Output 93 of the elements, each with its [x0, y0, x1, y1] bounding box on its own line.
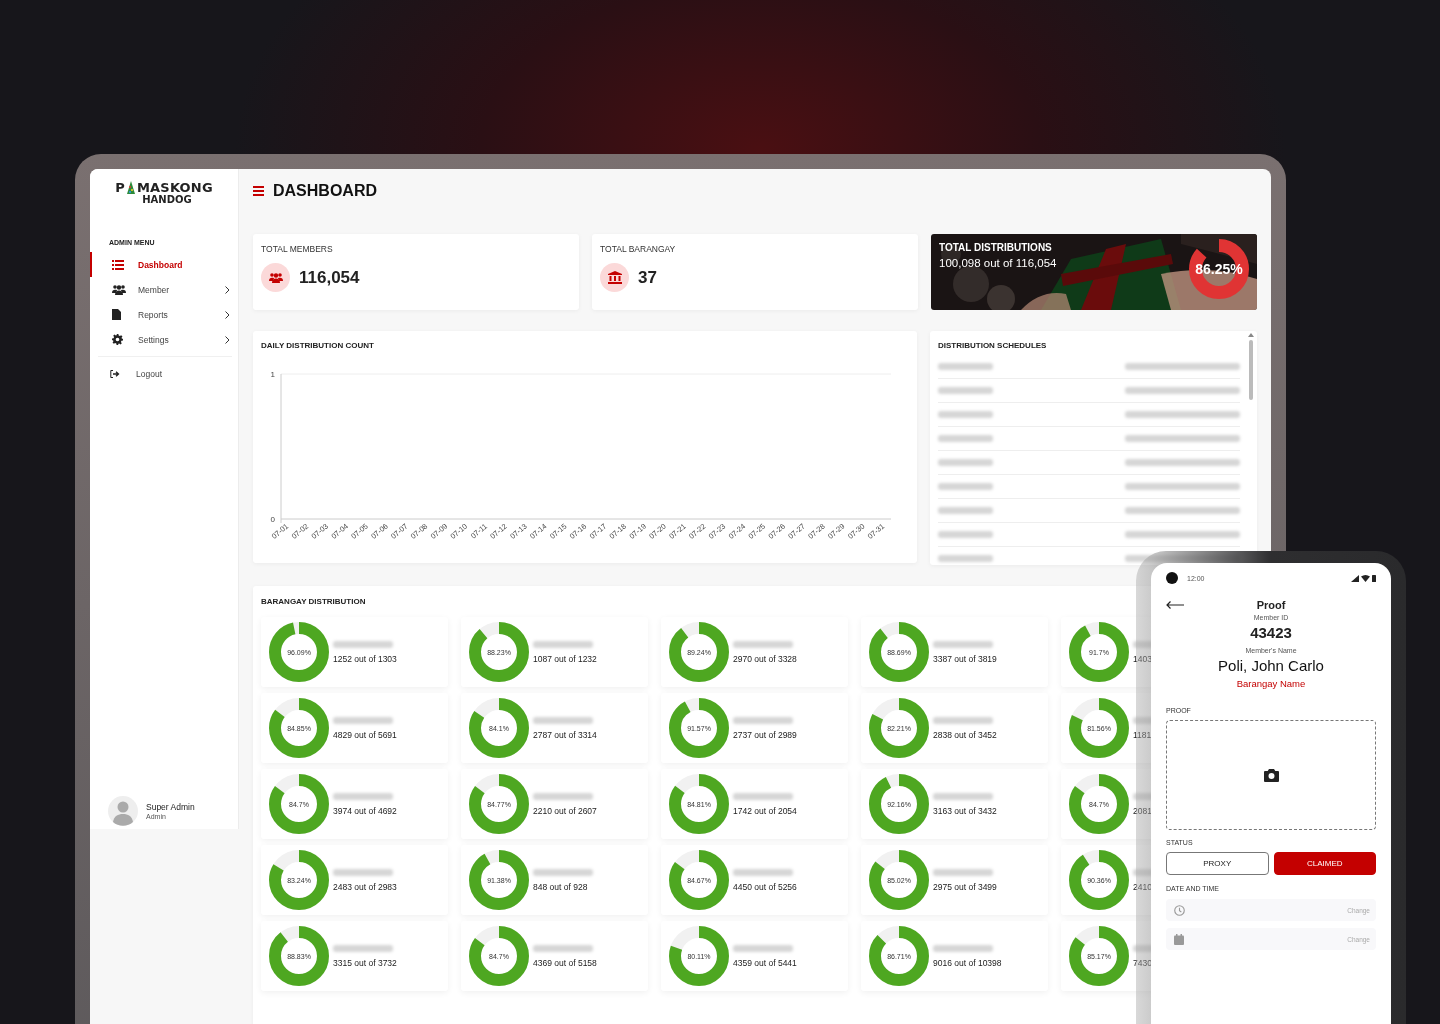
- scroll-up-arrow-icon[interactable]: [1248, 333, 1254, 337]
- donut-chart: [1069, 774, 1129, 834]
- status-button[interactable]: PROXY: [1166, 852, 1269, 875]
- count-label: 2483 out of 2983: [333, 881, 397, 892]
- donut-chart: [669, 774, 729, 834]
- donut-chart: [669, 850, 729, 910]
- count-label: 1087 out of 1232: [533, 653, 597, 664]
- menu-item[interactable]: Reports: [90, 302, 238, 327]
- stat-value: 116,054: [299, 267, 360, 288]
- count-label: 4369 out of 5158: [533, 957, 597, 968]
- member-id: 43423: [1250, 624, 1292, 641]
- axis-label: 1: [270, 370, 275, 379]
- stat-label: TOTAL MEMBERS: [261, 244, 334, 254]
- calendar-icon: [1174, 933, 1184, 945]
- settings-icon: [112, 334, 123, 345]
- back-arrow-icon[interactable]: [1166, 601, 1184, 609]
- donut-chart: [269, 774, 329, 834]
- stat-label: TOTAL BARANGAY: [600, 244, 677, 254]
- logo: P MASKONG HANDOG: [114, 179, 214, 205]
- count-label: 2970 out of 3328: [733, 653, 797, 664]
- camera-dot: [1166, 572, 1178, 584]
- count-label: 4359 out of 5441: [733, 957, 797, 968]
- signal-icon: [1351, 574, 1359, 582]
- donut-chart: [469, 622, 529, 682]
- menu-item[interactable]: Member: [90, 277, 238, 302]
- member-name: Poli, John Carlo: [1218, 657, 1324, 674]
- donut-chart: [869, 698, 929, 758]
- photo-upload-area[interactable]: [1166, 720, 1376, 830]
- list-icon: [112, 259, 124, 270]
- donut-chart: [669, 698, 729, 758]
- donut-chart: [469, 926, 529, 986]
- donut-chart: [1069, 926, 1129, 986]
- donut-chart: [669, 622, 729, 682]
- camera-icon: [1263, 768, 1279, 782]
- count-label: 4829 out of 5691: [333, 729, 397, 740]
- axis-label: 0: [270, 515, 275, 524]
- wifi-icon: [1361, 574, 1370, 582]
- donut-chart: [269, 622, 329, 682]
- donut-chart: [1069, 698, 1129, 758]
- donut-chart: [469, 850, 529, 910]
- donut-chart: [869, 774, 929, 834]
- count-label: 2210 out of 2607: [533, 805, 597, 816]
- count-label: 2975 out of 3499: [933, 881, 997, 892]
- count-label: 2787 out of 3314: [533, 729, 597, 740]
- donut-chart: [869, 850, 929, 910]
- donut-chart: [469, 698, 529, 758]
- donut-chart: [269, 926, 329, 986]
- file-icon: [112, 309, 121, 320]
- count-label: 1181: [1133, 729, 1152, 740]
- menu-item[interactable]: Dashboard: [90, 252, 238, 277]
- barangay-name: Barangay Name: [1236, 678, 1306, 689]
- logout-icon: [110, 370, 120, 378]
- donut-chart: [1069, 622, 1129, 682]
- count-label: 3163 out of 3432: [933, 805, 997, 816]
- user-name: Super Admin: [146, 802, 195, 812]
- card-title: DISTRIBUTION SCHEDULES: [938, 341, 1047, 350]
- donut-chart: [1069, 850, 1129, 910]
- count-label: 1403: [1133, 653, 1152, 664]
- clock-icon: [1174, 904, 1185, 916]
- count-label: 9016 out of 10398: [933, 957, 1002, 968]
- donut-chart: [869, 926, 929, 986]
- users-icon: [112, 284, 126, 295]
- count-label: 1252 out of 1303: [333, 653, 397, 664]
- users-icon: [268, 272, 283, 283]
- count-label: 3315 out of 3732: [333, 957, 397, 968]
- count-label: 2081: [1133, 805, 1152, 816]
- stat-label: TOTAL DISTRIBUTIONS: [939, 242, 1053, 253]
- chart-title: DAILY DISTRIBUTION COUNT: [261, 341, 374, 350]
- bank-icon: [607, 271, 622, 284]
- donut-chart: [269, 698, 329, 758]
- donut-chart: [469, 774, 529, 834]
- donut-chart: [669, 926, 729, 986]
- stat-value: 100,098 out of 116,054: [939, 257, 1057, 269]
- count-label: 3387 out of 3819: [933, 653, 997, 664]
- count-label: 2737 out of 2989: [733, 729, 797, 740]
- page-title: DASHBOARD: [273, 181, 377, 200]
- scrollbar-thumb[interactable]: [1249, 340, 1253, 400]
- donut-chart: [269, 850, 329, 910]
- logout-item[interactable]: Logout: [90, 363, 238, 385]
- card-title: BARANGAY DISTRIBUTION: [261, 597, 366, 606]
- count-label: 1742 out of 2054: [733, 805, 797, 816]
- donut-chart: [869, 622, 929, 682]
- count-label: 2838 out of 3452: [933, 729, 997, 740]
- battery-icon: [1372, 574, 1376, 582]
- screen-title: Proof: [1255, 599, 1287, 611]
- count-label: 4450 out of 5256: [733, 881, 797, 892]
- stat-value: 37: [638, 267, 657, 288]
- status-button[interactable]: CLAIMED: [1273, 852, 1376, 875]
- count-label: 848 out of 928: [533, 881, 588, 892]
- count-label: 3974 out of 4692: [333, 805, 397, 816]
- menu-item[interactable]: Settings: [90, 327, 238, 352]
- menu-icon[interactable]: [253, 185, 264, 196]
- avatar: [108, 796, 138, 826]
